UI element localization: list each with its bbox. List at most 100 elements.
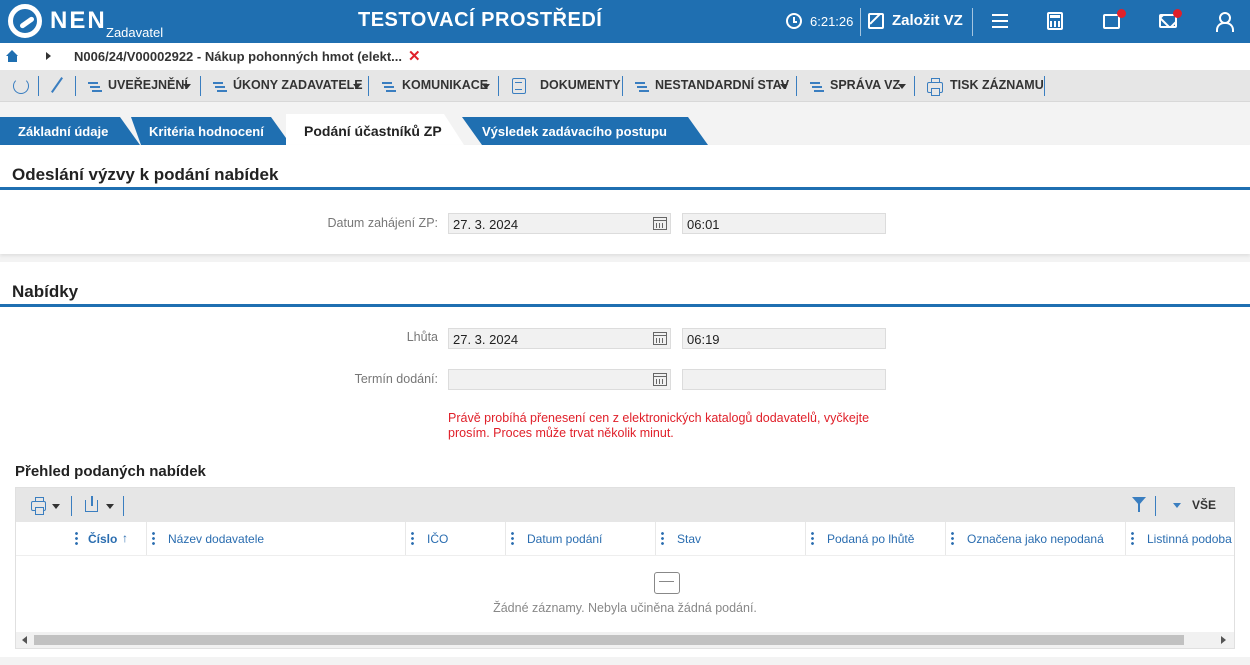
filter-all-label: VŠE <box>1192 498 1217 512</box>
close-record-icon[interactable]: ✕ <box>408 47 421 65</box>
tab-evaluation-criteria[interactable]: Kritéria hodnocení <box>131 117 291 145</box>
calendar-icon[interactable] <box>653 332 667 345</box>
tab-evaluation-criteria-label: Kritéria hodnocení <box>149 124 264 139</box>
section-invitation: Odeslání výzvy k podání nabídek Datum za… <box>0 145 1250 254</box>
user-icon[interactable] <box>1216 12 1234 32</box>
calendar-icon[interactable] <box>653 217 667 230</box>
column-supplier-name-label: Název dodavatele <box>168 532 265 546</box>
tab-procedure-result[interactable]: Výsledek zadávacího postupu <box>462 117 708 145</box>
column-divider <box>405 522 406 555</box>
tab-basic-info[interactable]: Základní údaje <box>0 117 140 145</box>
scroll-right-icon[interactable] <box>1221 636 1226 644</box>
session-clock: 6:21:26 <box>810 14 854 29</box>
scrollbar-thumb[interactable] <box>34 635 1184 645</box>
delivery-date-input[interactable] <box>448 369 671 390</box>
clock-icon <box>786 13 802 29</box>
sort-ascending-icon[interactable]: ↑ <box>122 531 128 545</box>
nen-logo-icon[interactable] <box>8 4 42 38</box>
grid-export-button[interactable] <box>84 496 116 514</box>
scroll-left-icon[interactable] <box>22 636 27 644</box>
menu-contracting-acts[interactable]: ÚKONY ZADAVATELE <box>213 70 363 102</box>
export-arrow <box>91 496 93 506</box>
column-menu-icon[interactable] <box>661 531 664 545</box>
menu-nonstandard-state-label: NESTANDARDNÍ STAV <box>655 78 790 92</box>
home-icon[interactable] <box>6 50 19 62</box>
column-paper-form-label: Listinná podoba <box>1147 532 1232 546</box>
top-bar: NEN Zadavatel TESTOVACÍ PROSTŘEDÍ 6:21:2… <box>0 0 1250 43</box>
calendar-icon[interactable] <box>653 373 667 386</box>
column-status-label: Stav <box>677 532 702 546</box>
chevron-right-icon[interactable] <box>46 52 51 60</box>
column-marked-unsubmitted[interactable]: Označena jako nepodaná <box>945 522 1125 555</box>
column-ico-label: IČO <box>427 532 449 546</box>
column-menu-icon[interactable] <box>811 531 814 545</box>
column-late-submission[interactable]: Podaná po lhůtě <box>805 522 945 555</box>
column-ico[interactable]: IČO <box>405 522 505 555</box>
menu-icon[interactable] <box>990 11 1012 33</box>
catalog-transfer-warning: Právě probíhá přenesení cen z elektronic… <box>448 411 898 441</box>
menu-communication[interactable]: KOMUNIKACE <box>382 70 492 102</box>
deadline-date-value: 27. 3. 2024 <box>453 332 519 347</box>
column-number[interactable]: Číslo ↑ <box>72 522 146 555</box>
column-menu-icon[interactable] <box>75 531 78 545</box>
calculator-icon[interactable] <box>1047 12 1063 30</box>
warning-line-1: Právě probíhá přenesení cen z elektronic… <box>448 411 870 425</box>
section-invitation-header: Odeslání výzvy k podání nabídek <box>0 157 1250 190</box>
caret-down-icon <box>353 84 361 89</box>
column-status[interactable]: Stav <box>655 522 805 555</box>
section-offers-header: Nabídky <box>0 274 1250 307</box>
column-menu-icon[interactable] <box>951 531 954 545</box>
menu-contract-admin-label: SPRÁVA VZ <box>830 78 901 92</box>
filter-all-dropdown[interactable]: VŠE <box>1171 496 1231 514</box>
pencil-icon[interactable] <box>51 77 63 93</box>
column-menu-icon[interactable] <box>152 531 155 545</box>
inbox-notification-dot <box>1117 9 1126 18</box>
toolbar-divider <box>796 76 797 96</box>
toolbar-divider <box>75 76 76 96</box>
start-date-input[interactable]: 27. 3. 2024 <box>448 213 671 234</box>
offers-grid: VŠE Číslo ↑ Název dodavatele IČO Datum p… <box>15 487 1235 649</box>
filter-icon[interactable] <box>1132 496 1148 514</box>
menu-contract-admin[interactable]: SPRÁVA VZ <box>810 70 910 102</box>
toolbar-divider <box>622 76 623 96</box>
deadline-date-input[interactable]: 27. 3. 2024 <box>448 328 671 349</box>
environment-title: TESTOVACÍ PROSTŘEDÍ <box>358 9 603 31</box>
column-submission-date[interactable]: Datum podání <box>505 522 655 555</box>
column-divider <box>805 522 806 555</box>
menu-publication[interactable]: UVEŘEJNĚNÍ <box>88 70 196 102</box>
start-date-value: 27. 3. 2024 <box>453 217 519 232</box>
grid-empty-message: Žádné záznamy. Nebyla učiněna žádná podá… <box>493 601 757 615</box>
column-submission-date-label: Datum podání <box>527 532 603 546</box>
toolbar-divider <box>368 76 369 96</box>
column-supplier-name[interactable]: Název dodavatele <box>146 522 404 555</box>
start-time-input[interactable]: 06:01 <box>682 213 886 234</box>
horizontal-scrollbar[interactable] <box>16 632 1234 648</box>
section-invitation-title: Odeslání výzvy k podání nabídek <box>12 165 279 184</box>
offers-grid-title: Přehled podaných nabídek <box>15 463 206 480</box>
menu-print-record[interactable]: TISK ZÁZNAMU <box>926 70 1044 102</box>
column-menu-icon[interactable] <box>411 531 414 545</box>
grid-toolbar-divider <box>1155 496 1156 516</box>
toolbar-divider <box>38 76 39 96</box>
breadcrumb-current[interactable]: N006/24/V00002922 - Nákup pohonných hmot… <box>74 49 402 64</box>
printer-icon <box>927 78 943 96</box>
divider <box>860 8 861 36</box>
caret-down-icon <box>106 504 114 509</box>
column-divider <box>945 522 946 555</box>
column-menu-icon[interactable] <box>511 531 514 545</box>
toolbar-divider <box>1044 76 1045 96</box>
list-icon <box>635 81 649 93</box>
menu-documents[interactable]: DOKUMENTY <box>510 70 621 102</box>
tab-participant-submissions[interactable]: Podání účastníků ZP <box>286 114 464 145</box>
column-paper-form[interactable]: Listinná podoba <box>1125 522 1234 555</box>
tab-procedure-result-label: Výsledek zadávacího postupu <box>482 124 667 139</box>
delivery-time-input[interactable] <box>682 369 886 390</box>
grid-toolbar: VŠE <box>16 488 1234 522</box>
column-menu-icon[interactable] <box>1131 531 1134 545</box>
create-contract-button[interactable]: Založit VZ <box>864 8 970 36</box>
grid-print-button[interactable] <box>30 496 62 515</box>
deadline-time-input[interactable]: 06:19 <box>682 328 886 349</box>
brand-subtitle: Zadavatel <box>106 25 164 40</box>
menu-nonstandard-state[interactable]: NESTANDARDNÍ STAV <box>635 70 790 102</box>
refresh-icon[interactable] <box>13 78 29 94</box>
